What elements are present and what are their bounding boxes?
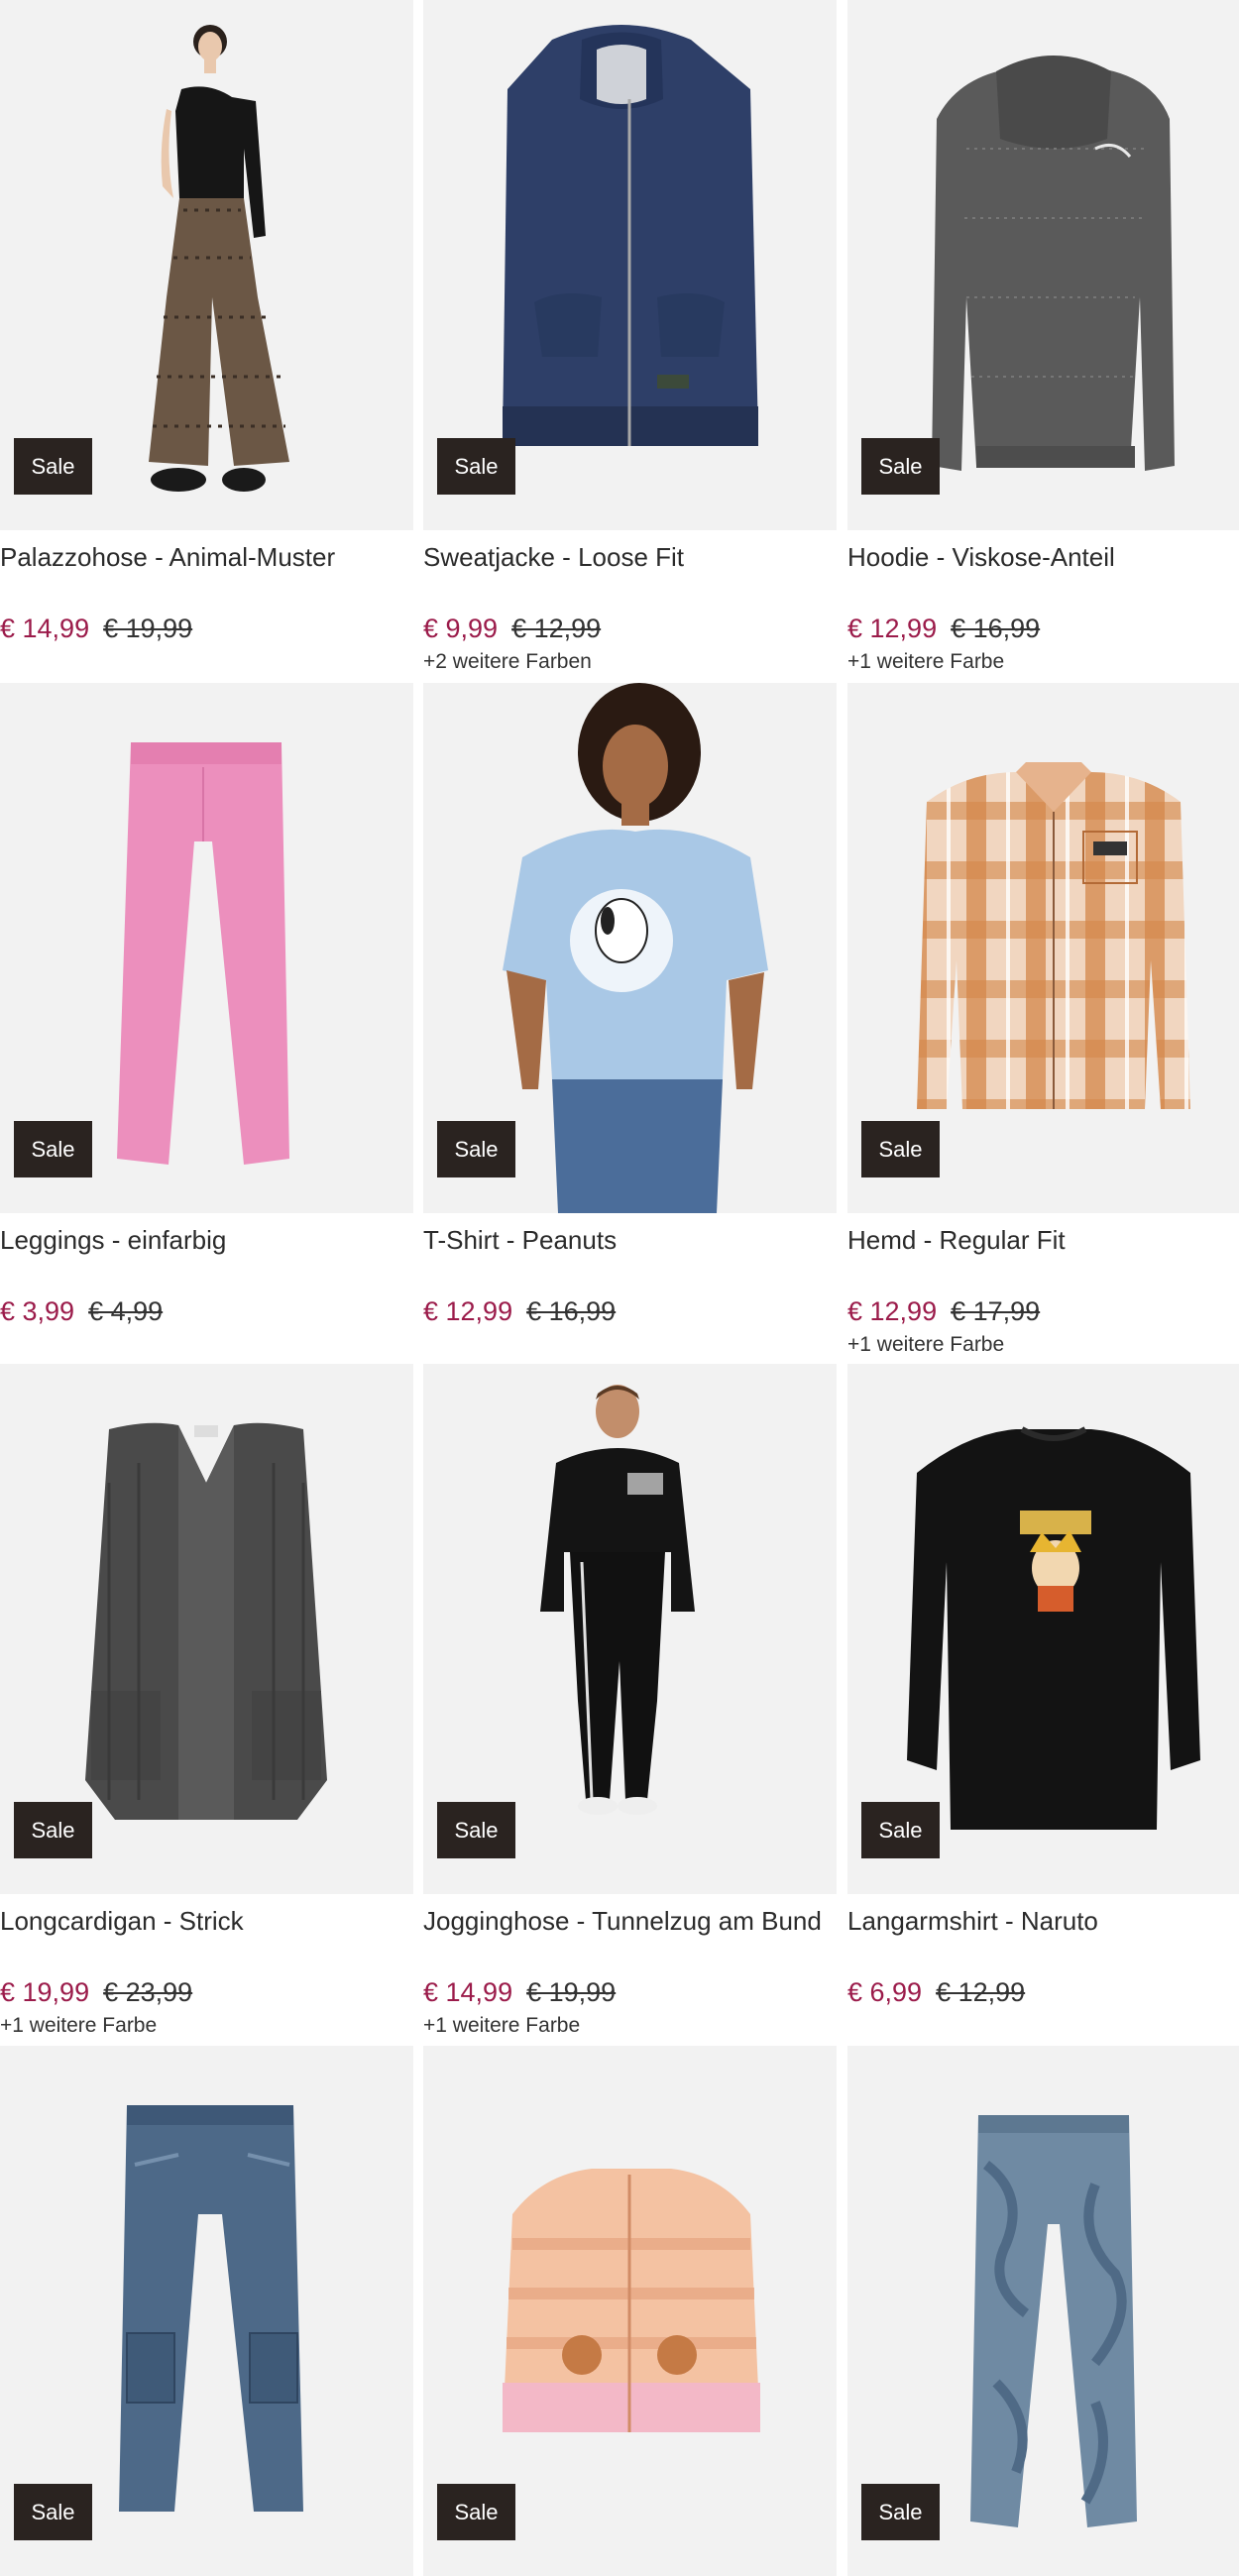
- product-card[interactable]: Sale Leggings - einfarbig € 3,99 € 4,99: [0, 683, 413, 1332]
- product-image[interactable]: Sale: [847, 0, 1239, 530]
- product-card[interactable]: Sale Palazzohose - Animal-Muster € 14,99…: [0, 0, 413, 649]
- sale-price: € 12,99: [847, 1296, 938, 1326]
- product-card[interactable]: Sale Jogginghose - Tunnelzug am Bund € 1…: [423, 1364, 837, 2039]
- sale-price: € 14,99: [423, 1977, 513, 2007]
- price-row: € 9,99 € 12,99: [423, 612, 837, 645]
- product-title[interactable]: Sweatjacke - Loose Fit: [423, 540, 837, 574]
- price-row: € 19,99 € 23,99: [0, 1975, 413, 2009]
- original-price: € 16,99: [526, 1296, 617, 1326]
- product-card[interactable]: Sale: [0, 2046, 413, 2576]
- product-image[interactable]: Sale: [847, 683, 1239, 1213]
- sale-badge: Sale: [437, 438, 515, 495]
- sale-price: € 19,99: [0, 1977, 90, 2007]
- product-card[interactable]: Sale Langarmshirt - Naruto € 6,99 € 12,99: [847, 1364, 1239, 2013]
- sale-badge: Sale: [14, 1802, 92, 1858]
- product-image[interactable]: Sale: [847, 2046, 1239, 2576]
- color-variants-hint[interactable]: +1 weitere Farbe: [0, 2013, 413, 2039]
- product-image[interactable]: Sale: [847, 1364, 1239, 1894]
- product-card[interactable]: Sale T-Shirt - Peanuts € 12,99 € 16,99: [423, 683, 837, 1332]
- sale-badge: Sale: [437, 1121, 515, 1177]
- product-image[interactable]: Sale: [0, 683, 413, 1213]
- original-price: € 23,99: [103, 1977, 193, 2007]
- original-price: € 16,99: [951, 614, 1041, 643]
- sale-badge: Sale: [861, 2484, 940, 2540]
- product-title[interactable]: Palazzohose - Animal-Muster: [0, 540, 413, 574]
- original-price: € 19,99: [526, 1977, 617, 2007]
- product-card[interactable]: Sale Longcardigan - Strick € 19,99 € 23,9…: [0, 1364, 413, 2039]
- sale-badge: Sale: [861, 438, 940, 495]
- sale-badge: Sale: [14, 438, 92, 495]
- product-title[interactable]: Hemd - Regular Fit: [847, 1223, 1239, 1257]
- sale-badge: Sale: [437, 1802, 515, 1858]
- sale-badge: Sale: [861, 1802, 940, 1858]
- sale-price: € 12,99: [847, 614, 938, 643]
- product-image[interactable]: Sale: [0, 2046, 413, 2576]
- product-image[interactable]: Sale: [0, 0, 413, 530]
- price-row: € 14,99 € 19,99: [423, 1975, 837, 2009]
- product-title[interactable]: T-Shirt - Peanuts: [423, 1223, 837, 1257]
- product-card[interactable]: Sale Hoodie - Viskose-Anteil € 12,99 € 16…: [847, 0, 1239, 675]
- price-row: € 12,99 € 16,99: [847, 612, 1239, 645]
- product-title[interactable]: Langarmshirt - Naruto: [847, 1904, 1239, 1938]
- sale-price: € 3,99: [0, 1296, 75, 1326]
- product-card[interactable]: Sale: [423, 2046, 837, 2576]
- sale-price: € 12,99: [423, 1296, 513, 1326]
- product-card[interactable]: Sale Hemd - Regular Fit € 12,99 € 17,99 +…: [847, 683, 1239, 1358]
- product-title[interactable]: Leggings - einfarbig: [0, 1223, 413, 1257]
- price-row: € 14,99 € 19,99: [0, 612, 413, 645]
- product-image[interactable]: Sale: [0, 1364, 413, 1894]
- color-variants-hint[interactable]: +1 weitere Farbe: [847, 649, 1239, 675]
- original-price: € 19,99: [103, 614, 193, 643]
- sale-badge: Sale: [861, 1121, 940, 1177]
- sale-price: € 6,99: [847, 1977, 923, 2007]
- sale-badge: Sale: [14, 1121, 92, 1177]
- price-row: € 6,99 € 12,99: [847, 1975, 1239, 2009]
- original-price: € 4,99: [88, 1296, 164, 1326]
- sale-badge: Sale: [437, 2484, 515, 2540]
- original-price: € 12,99: [936, 1977, 1026, 2007]
- sale-price: € 14,99: [0, 614, 90, 643]
- product-card[interactable]: Sale Sweatjacke - Loose Fit € 9,99 € 12,9…: [423, 0, 837, 675]
- sale-price: € 9,99: [423, 614, 499, 643]
- product-image[interactable]: Sale: [423, 2046, 837, 2576]
- product-card[interactable]: Sale: [847, 2046, 1239, 2576]
- color-variants-hint[interactable]: +2 weitere Farben: [423, 649, 837, 675]
- product-title[interactable]: Longcardigan - Strick: [0, 1904, 413, 1938]
- color-variants-hint[interactable]: +1 weitere Farbe: [847, 1332, 1239, 1358]
- original-price: € 17,99: [951, 1296, 1041, 1326]
- price-row: € 12,99 € 17,99: [847, 1294, 1239, 1328]
- original-price: € 12,99: [511, 614, 602, 643]
- product-image[interactable]: Sale: [423, 0, 837, 530]
- price-row: € 3,99 € 4,99: [0, 1294, 413, 1328]
- product-grid: Sale Palazzohose - Animal-Muster € 14,99…: [0, 0, 1239, 2576]
- product-image[interactable]: Sale: [423, 1364, 837, 1894]
- product-title[interactable]: Jogginghose - Tunnelzug am Bund: [423, 1904, 837, 1938]
- product-title[interactable]: Hoodie - Viskose-Anteil: [847, 540, 1239, 574]
- price-row: € 12,99 € 16,99: [423, 1294, 837, 1328]
- sale-badge: Sale: [14, 2484, 92, 2540]
- color-variants-hint[interactable]: +1 weitere Farbe: [423, 2013, 837, 2039]
- product-image[interactable]: Sale: [423, 683, 837, 1213]
